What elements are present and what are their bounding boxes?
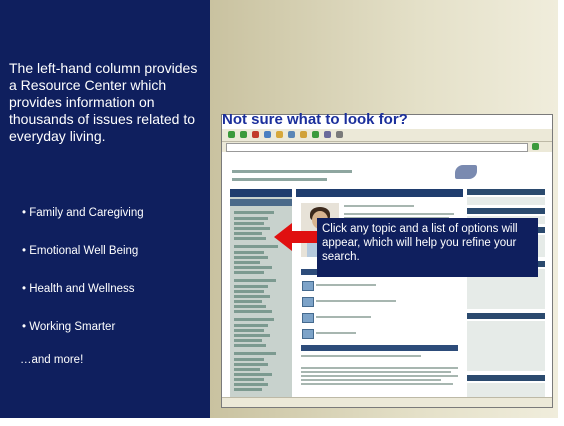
nav-item[interactable] xyxy=(234,217,268,220)
nav-item[interactable] xyxy=(234,285,268,288)
nav-item[interactable] xyxy=(234,358,264,361)
nav-section-heading xyxy=(234,211,274,214)
nav-item[interactable] xyxy=(234,373,272,376)
intro-text: The left-hand column provides a Resource… xyxy=(9,60,198,144)
home-icon[interactable] xyxy=(276,131,283,138)
article-text-line xyxy=(301,379,441,381)
nav-item[interactable] xyxy=(234,256,268,259)
tool-link[interactable] xyxy=(316,284,376,286)
article-title-line xyxy=(301,355,421,357)
feature-text-line xyxy=(344,213,454,215)
url-field[interactable] xyxy=(226,143,528,152)
right-edge xyxy=(558,0,564,418)
sidebar-heading xyxy=(467,313,545,319)
bottom-edge xyxy=(0,418,564,426)
refresh-icon[interactable] xyxy=(264,131,271,138)
print-icon[interactable] xyxy=(336,131,343,138)
article-text-line xyxy=(301,383,453,385)
resource-center-nav xyxy=(230,189,292,403)
favorites-icon[interactable] xyxy=(300,131,307,138)
nav-item[interactable] xyxy=(234,324,268,327)
sidebar-box xyxy=(467,321,545,371)
mail-icon[interactable] xyxy=(324,131,331,138)
nav-home[interactable] xyxy=(230,189,292,197)
tool-icon[interactable] xyxy=(302,281,314,291)
bullet-family-caregiving: • Family and Caregiving xyxy=(22,207,144,219)
nav-resource-center[interactable] xyxy=(230,199,292,206)
nav-item[interactable] xyxy=(234,271,264,274)
sidebar-heading xyxy=(467,208,545,214)
tool-link[interactable] xyxy=(316,332,356,334)
nav-item[interactable] xyxy=(234,339,262,342)
tool-icon[interactable] xyxy=(302,313,314,323)
article-text-line xyxy=(301,371,451,373)
nav-section-heading xyxy=(234,245,278,248)
logo-mark-icon xyxy=(455,165,477,179)
nav-item[interactable] xyxy=(234,310,272,313)
nav-item[interactable] xyxy=(234,300,262,303)
browser-toolbar xyxy=(222,129,552,141)
nav-item[interactable] xyxy=(234,305,266,308)
nav-section-heading xyxy=(234,352,276,355)
slide: The left-hand column provides a Resource… xyxy=(0,0,564,426)
search-icon[interactable] xyxy=(288,131,295,138)
nav-item[interactable] xyxy=(234,378,264,381)
headline: Not sure what to look for? xyxy=(222,111,408,128)
nav-item[interactable] xyxy=(234,237,266,240)
browser-status-bar xyxy=(222,397,552,407)
red-arrow-icon xyxy=(274,223,320,251)
sidebar-heading xyxy=(467,375,545,381)
nav-item[interactable] xyxy=(234,388,262,391)
nav-item[interactable] xyxy=(234,368,260,371)
nav-item[interactable] xyxy=(234,383,268,386)
nav-item[interactable] xyxy=(234,344,266,347)
stop-icon[interactable] xyxy=(252,131,259,138)
back-icon[interactable] xyxy=(228,131,235,138)
header-line-1 xyxy=(232,170,352,173)
nav-item[interactable] xyxy=(234,329,264,332)
go-icon[interactable] xyxy=(532,143,539,150)
nav-item[interactable] xyxy=(234,232,262,235)
sidebar-input[interactable] xyxy=(467,197,545,205)
history-icon[interactable] xyxy=(312,131,319,138)
callout-box: Click any topic and a list of options wi… xyxy=(317,218,538,277)
article-text-line xyxy=(301,367,458,369)
nav-item[interactable] xyxy=(234,227,270,230)
bullet-working-smarter: • Working Smarter xyxy=(22,321,116,333)
and-more-text: …and more! xyxy=(20,354,84,366)
nav-item[interactable] xyxy=(234,251,264,254)
bullet-health-wellness: • Health and Wellness xyxy=(22,283,135,295)
nav-section-heading xyxy=(234,318,274,321)
nav-item[interactable] xyxy=(234,290,264,293)
address-bar xyxy=(222,141,552,152)
feature-title-line xyxy=(344,205,414,207)
nav-item[interactable] xyxy=(234,222,264,225)
nav-item[interactable] xyxy=(234,334,270,337)
forward-icon[interactable] xyxy=(240,131,247,138)
site-logo xyxy=(451,153,549,185)
tool-icon[interactable] xyxy=(302,297,314,307)
nav-item[interactable] xyxy=(234,266,272,269)
nav-item[interactable] xyxy=(234,261,260,264)
main-header-band xyxy=(296,189,463,197)
nav-item[interactable] xyxy=(234,295,270,298)
sidebar-heading xyxy=(467,189,545,195)
left-column: The left-hand column provides a Resource… xyxy=(0,0,210,418)
tool-link[interactable] xyxy=(316,300,396,302)
tool-icon[interactable] xyxy=(302,329,314,339)
bullet-emotional-well-being: • Emotional Well Being xyxy=(22,245,139,257)
nav-section-heading xyxy=(234,279,276,282)
article-text-line xyxy=(301,375,458,377)
header-line-2 xyxy=(232,178,327,181)
section-heading-band xyxy=(301,345,458,351)
tool-link[interactable] xyxy=(316,316,371,318)
nav-item[interactable] xyxy=(234,363,268,366)
